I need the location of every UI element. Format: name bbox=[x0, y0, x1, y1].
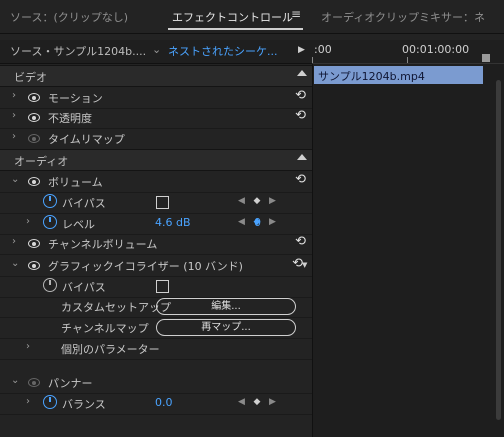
level-keyframe-count: 0 bbox=[254, 216, 261, 229]
video-section-header[interactable]: ビデオ bbox=[0, 65, 312, 87]
timeline-clip[interactable]: サンプル1204b.mp4 bbox=[314, 66, 483, 84]
param-row-level: › レベル 4.6 dB ◀ ◆ ▶ 0 bbox=[0, 213, 312, 235]
effect-label: ボリューム bbox=[48, 176, 103, 189]
param-label: チャンネルマップ bbox=[61, 322, 149, 335]
collapse-up-icon[interactable] bbox=[297, 154, 307, 160]
param-label: バイパス bbox=[62, 281, 106, 294]
param-row-balance: › バランス 0.0 ◀ ◆ ▶ bbox=[0, 393, 312, 415]
param-row-custom-setup: カスタムセットアップ 編集... bbox=[0, 296, 312, 318]
vertical-scrollbar[interactable] bbox=[496, 80, 501, 420]
eye-icon bbox=[28, 134, 40, 143]
keyframe-diamond-icon[interactable]: ◆ bbox=[254, 196, 261, 206]
eye-icon[interactable] bbox=[28, 113, 40, 122]
play-triangle-icon[interactable]: ▶ bbox=[298, 45, 305, 55]
ruler-tick bbox=[312, 57, 313, 63]
active-tab-indicator bbox=[168, 28, 303, 30]
playhead-marker-icon[interactable] bbox=[482, 54, 490, 62]
collapse-up-icon[interactable] bbox=[297, 70, 307, 76]
chevron-right-icon[interactable]: › bbox=[12, 110, 16, 121]
effect-label: 不透明度 bbox=[48, 112, 92, 125]
panel-tabs: ソース：(クリップなし) エフェクトコントロール ≡ オーディオクリップミキサー… bbox=[0, 0, 504, 34]
effect-label: タイムリマップ bbox=[48, 133, 125, 146]
param-row-bypass: バイパス ◀ ◆ ▶ bbox=[0, 192, 312, 214]
remap-button[interactable]: 再マップ... bbox=[156, 319, 296, 336]
level-value[interactable]: 4.6 dB bbox=[155, 216, 191, 229]
param-label: 個別のパラメーター bbox=[61, 343, 160, 356]
chevron-right-icon[interactable]: › bbox=[12, 236, 16, 247]
chevron-down-icon[interactable]: ⌄ bbox=[11, 174, 19, 185]
tab-source[interactable]: ソース：(クリップなし) bbox=[10, 9, 128, 25]
effect-label: グラフィックイコライザー (10 バンド) bbox=[48, 260, 243, 273]
reset-icon[interactable]: ⟲ bbox=[295, 108, 306, 123]
chevron-right-icon[interactable]: › bbox=[12, 131, 16, 142]
effect-row-channel-volume[interactable]: › チャンネルボリューム ⟲ bbox=[0, 233, 312, 255]
keyframe-diamond-icon[interactable]: ◆ bbox=[254, 397, 261, 407]
param-row-eq-bypass: バイパス bbox=[0, 276, 312, 298]
chevron-down-icon[interactable]: ⌄ bbox=[152, 43, 161, 56]
effect-label: パンナー bbox=[48, 377, 93, 390]
edit-button[interactable]: 編集... bbox=[156, 298, 296, 315]
ruler-start-label: :00 bbox=[314, 43, 332, 56]
reset-icon[interactable]: ⟲ bbox=[295, 88, 306, 103]
param-label: カスタムセットアップ bbox=[61, 301, 171, 314]
effect-row-volume[interactable]: ⌄ ボリューム ⟲ bbox=[0, 171, 312, 193]
eye-icon[interactable] bbox=[28, 177, 40, 186]
audio-header-label: オーディオ bbox=[14, 155, 69, 168]
effect-label: モーション bbox=[48, 92, 103, 105]
effect-row-opacity[interactable]: › 不透明度 ⟲ bbox=[0, 107, 312, 129]
effect-row-time-remap[interactable]: › タイムリマップ bbox=[0, 128, 312, 150]
ruler-tick bbox=[407, 57, 408, 63]
ruler-time-label: 00:01:00:00 bbox=[402, 43, 470, 56]
source-clip-label[interactable]: ソース・サンプル1204b.... bbox=[10, 43, 146, 59]
chevron-right-icon[interactable]: › bbox=[26, 341, 30, 352]
source-bar: ソース・サンプル1204b.... ⌄ ネストされたシーケ... ▶ bbox=[0, 40, 312, 64]
bypass-checkbox[interactable] bbox=[156, 196, 169, 209]
effect-row-panner[interactable]: ⌄ パンナー bbox=[0, 372, 312, 394]
eye-icon[interactable] bbox=[28, 93, 40, 102]
stopwatch-icon[interactable] bbox=[43, 215, 57, 229]
clip-name: サンプル1204b.mp4 bbox=[318, 70, 425, 83]
tab-effect-controls[interactable]: エフェクトコントロール bbox=[172, 9, 293, 25]
param-label: バイパス bbox=[62, 197, 106, 210]
param-row-channel-map: チャンネルマップ 再マップ... bbox=[0, 317, 312, 339]
eq-bypass-checkbox[interactable] bbox=[156, 280, 169, 293]
reset-icon[interactable]: ⟲ bbox=[295, 234, 306, 249]
param-row-individual[interactable]: › 個別のパラメーター bbox=[0, 338, 312, 360]
eye-icon[interactable] bbox=[28, 239, 40, 248]
effect-row-graphic-eq[interactable]: ⌄ グラフィックイコライザー (10 バンド) ⟲ ▼ bbox=[0, 255, 312, 277]
dropdown-arrow-icon[interactable]: ▼ bbox=[302, 261, 307, 269]
eye-icon[interactable] bbox=[28, 261, 40, 270]
video-header-label: ビデオ bbox=[14, 71, 47, 84]
chevron-right-icon[interactable]: › bbox=[12, 90, 16, 101]
keyframe-nav[interactable]: ◀ ◆ ▶ bbox=[238, 196, 276, 206]
timeline-area[interactable] bbox=[312, 40, 504, 437]
stopwatch-icon[interactable] bbox=[43, 395, 57, 409]
tab-audio-clip-mixer[interactable]: オーディオクリップミキサー：ネ bbox=[321, 9, 485, 25]
reset-icon[interactable]: ⟲ bbox=[295, 172, 306, 187]
tab-menu-icon[interactable]: ≡ bbox=[291, 7, 301, 21]
param-label: バランス bbox=[62, 398, 106, 411]
chevron-right-icon[interactable]: › bbox=[26, 396, 30, 407]
time-ruler[interactable]: :00 00:01:00:00 bbox=[312, 40, 504, 64]
sequence-selector[interactable]: ネストされたシーケ... bbox=[168, 43, 278, 59]
balance-value[interactable]: 0.0 bbox=[155, 396, 173, 409]
effect-label: チャンネルボリューム bbox=[48, 238, 158, 251]
chevron-right-icon[interactable]: › bbox=[26, 216, 30, 227]
keyframe-nav[interactable]: ◀ ◆ ▶ bbox=[238, 397, 276, 407]
audio-section-header[interactable]: オーディオ bbox=[0, 149, 312, 171]
stopwatch-icon[interactable] bbox=[43, 278, 57, 292]
stopwatch-icon[interactable] bbox=[43, 194, 57, 208]
eye-icon bbox=[28, 378, 40, 387]
chevron-down-icon[interactable]: ⌄ bbox=[11, 375, 19, 386]
effect-row-motion[interactable]: › モーション ⟲ bbox=[0, 87, 312, 109]
param-label: レベル bbox=[62, 218, 95, 231]
chevron-down-icon[interactable]: ⌄ bbox=[11, 258, 19, 269]
